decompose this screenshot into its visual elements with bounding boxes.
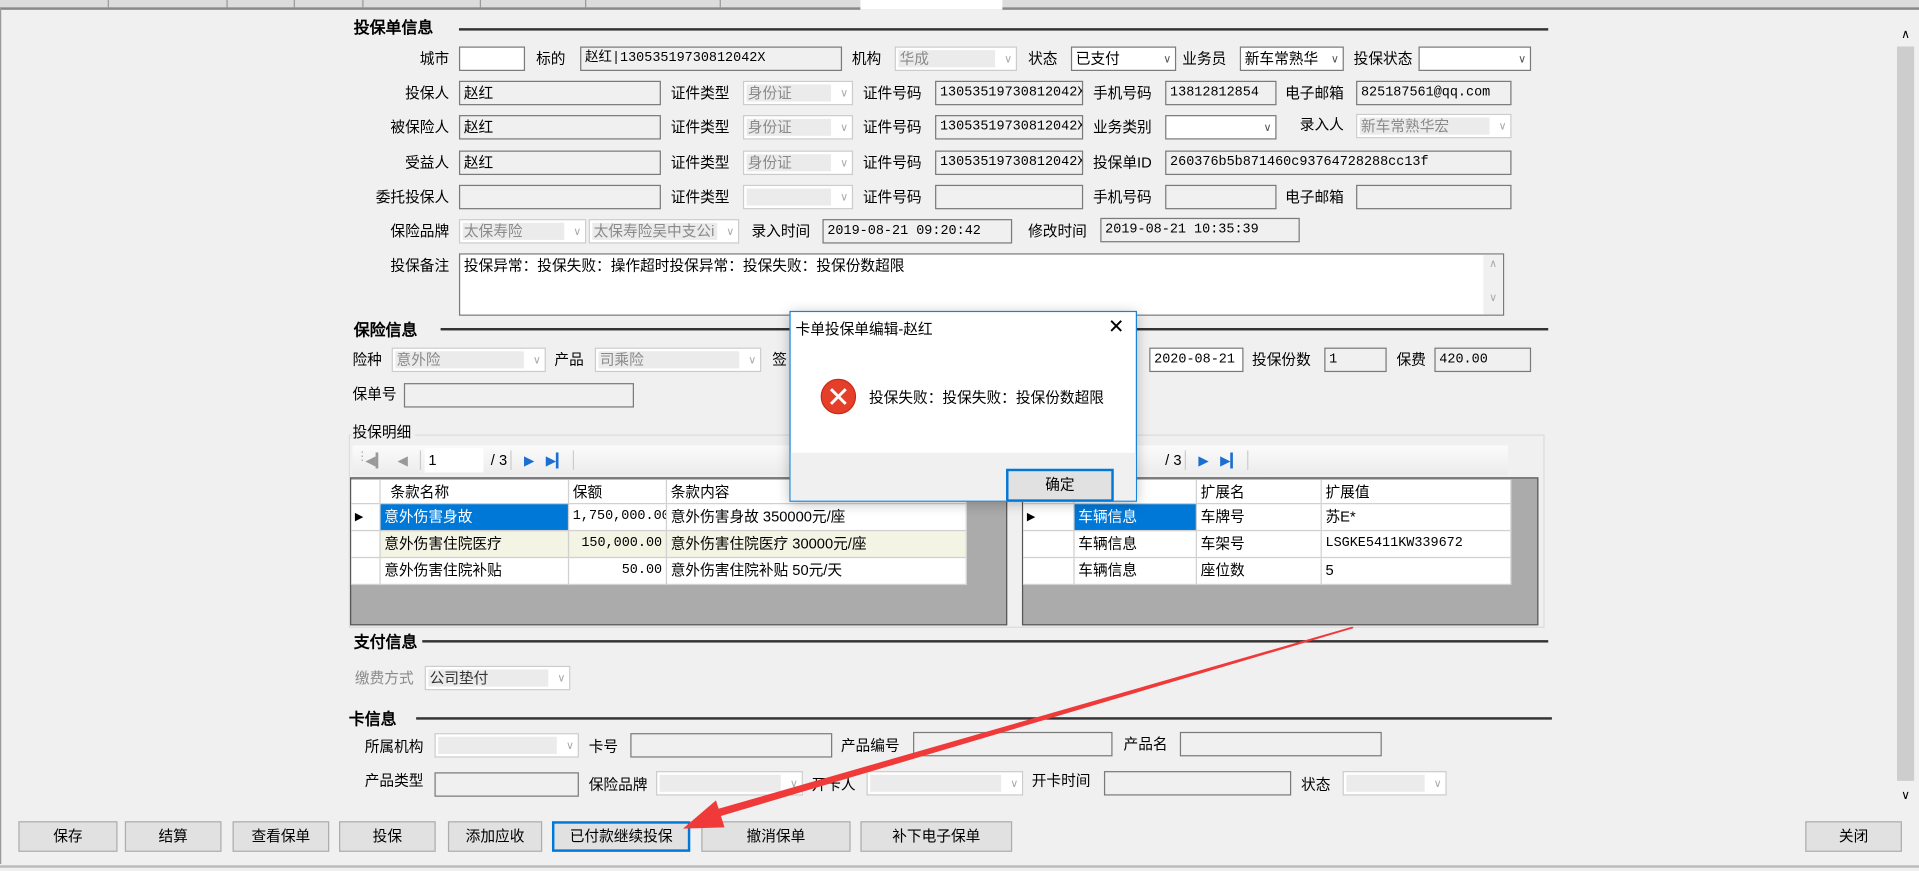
error-icon — [820, 378, 857, 415]
dialog-footer: 确定 — [790, 452, 1136, 502]
policy-edit-window: ∧ ∨ 投保单信息 城市 标的 赵红|13053519730812042X 机构… — [0, 0, 1919, 871]
arrow-head — [682, 800, 725, 829]
arrow-shaft — [704, 626, 1354, 821]
dialog-title: 卡单投保单编辑-赵红 — [795, 320, 933, 338]
close-icon[interactable]: ✕ — [1102, 313, 1131, 342]
dialog-message: 投保失败：投保失败：投保份数超限 — [868, 389, 1104, 407]
error-dialog: 卡单投保单编辑-赵红 ✕ 投保失败：投保失败：投保份数超限 确定 — [789, 310, 1138, 502]
ok-button[interactable]: 确定 — [1006, 468, 1114, 502]
